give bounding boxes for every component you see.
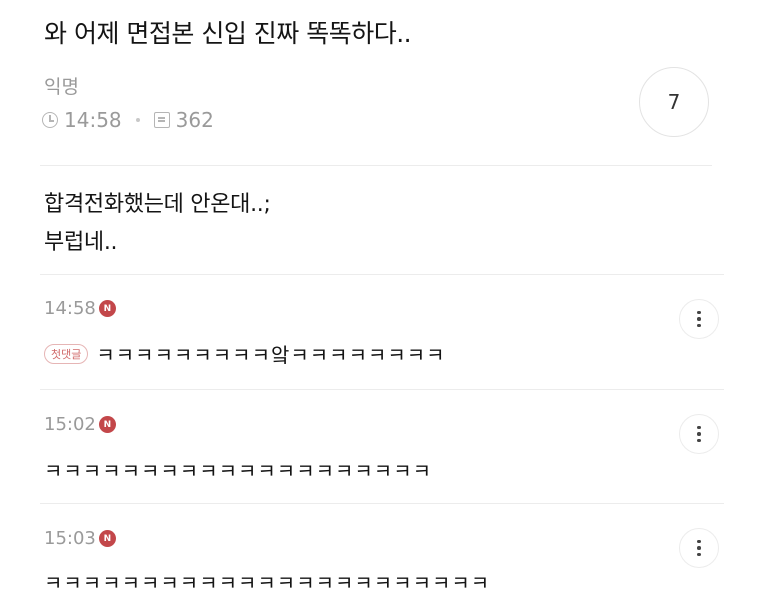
comment-time-text: 14:58 xyxy=(44,298,96,319)
post-body-line: 합격전화했는데 안온대..; xyxy=(44,192,271,217)
comment-text: ㅋㅋㅋㅋㅋㅋㅋㅋㅋㅋㅋㅋㅋㅋㅋㅋㅋㅋㅋㅋ xyxy=(44,459,432,483)
first-comment-badge: 첫댓글 xyxy=(44,343,89,364)
post-views: 362 xyxy=(175,108,214,132)
comment-time-text: 15:02 xyxy=(44,414,96,435)
comment-count-button[interactable]: 7 xyxy=(639,67,709,137)
comment-time-text: 15:03 xyxy=(44,528,96,549)
more-vertical-icon xyxy=(697,310,701,328)
post-body-line: 부럽네.. xyxy=(44,230,118,255)
more-vertical-icon xyxy=(697,425,701,443)
divider xyxy=(40,389,724,390)
comment-more-button[interactable] xyxy=(679,299,719,339)
divider xyxy=(40,274,724,275)
comment-more-button[interactable] xyxy=(679,414,719,454)
post-body: 합격전화했는데 안온대..; 부럽네.. xyxy=(44,186,271,262)
comment-more-button[interactable] xyxy=(679,528,719,568)
comment-text-row: ㅋㅋㅋㅋㅋㅋㅋㅋㅋㅋㅋㅋㅋㅋㅋㅋㅋㅋㅋㅋㅋㅋㅋ xyxy=(44,567,490,596)
post-author: 익명 xyxy=(44,76,79,98)
divider xyxy=(40,503,724,504)
new-badge: N xyxy=(98,300,116,317)
comment-time: 15:03 N xyxy=(44,528,116,549)
separator-dot xyxy=(135,118,140,122)
post-time: 14:58 xyxy=(64,108,122,132)
post-meta: 14:58 362 xyxy=(42,108,214,132)
comment-text: ㅋㅋㅋㅋㅋㅋㅋㅋㅋㅋㅋㅋㅋㅋㅋㅋㅋㅋㅋㅋㅋㅋㅋ xyxy=(44,571,491,595)
clock-icon xyxy=(42,112,58,128)
more-vertical-icon xyxy=(697,539,701,557)
comment-text-row: ㅋㅋㅋㅋㅋㅋㅋㅋㅋㅋㅋㅋㅋㅋㅋㅋㅋㅋㅋㅋ xyxy=(44,455,432,484)
comment-text: ㅋㅋㅋㅋㅋㅋㅋㅋㅋ앜ㅋㅋㅋㅋㅋㅋㅋㅋ xyxy=(96,343,446,367)
new-badge: N xyxy=(98,416,116,433)
comment-text-row: 첫댓글 ㅋㅋㅋㅋㅋㅋㅋㅋㅋ앜ㅋㅋㅋㅋㅋㅋㅋㅋ xyxy=(44,339,446,368)
comment-time: 15:02 N xyxy=(44,414,116,435)
new-badge: N xyxy=(98,530,116,547)
divider xyxy=(40,165,712,166)
post-title: 와 어제 면접본 신입 진짜 똑똑하다.. xyxy=(44,19,412,48)
view-count-icon xyxy=(153,112,170,128)
comment-time: 14:58 N xyxy=(44,298,116,319)
